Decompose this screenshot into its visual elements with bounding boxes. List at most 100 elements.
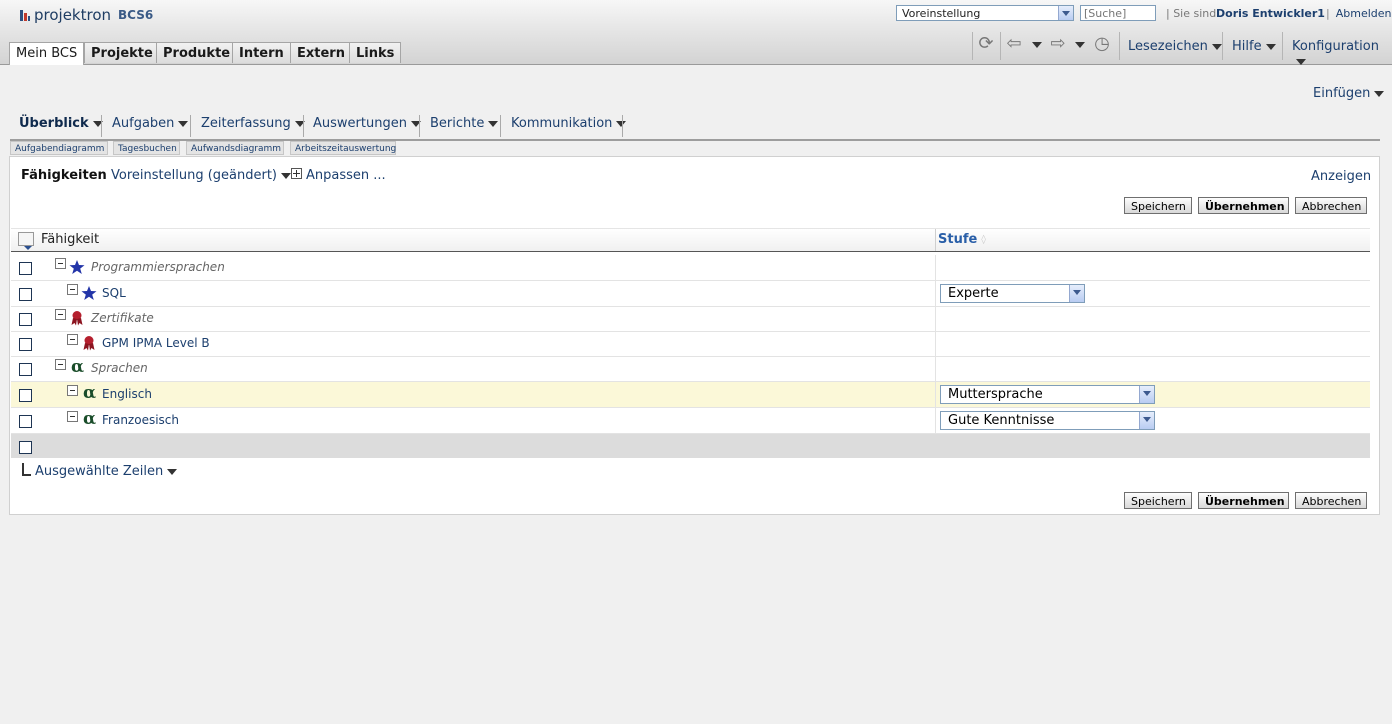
collapse-icon[interactable] [67,284,78,295]
tab-intern[interactable]: Intern [232,42,291,63]
level-select[interactable]: Experte [940,284,1085,303]
subtab-task-diagram[interactable]: Aufgabendiagramm [10,141,108,155]
plus-box-icon [291,168,302,179]
selected-rows-menu[interactable]: Ausgewählte Zeilen [22,463,178,479]
chevron-down-icon [1058,6,1073,20]
nav-divider [622,115,623,137]
forward-history-chevron-icon[interactable] [1075,42,1085,48]
level-select[interactable]: Muttersprache [940,385,1155,404]
back-icon[interactable]: ⇦ [1003,33,1025,55]
select-all-checkbox[interactable] [19,441,32,454]
help-menu-label: Hilfe [1232,39,1262,54]
logout-link[interactable]: Abmelden [1326,7,1392,20]
profile-select-value: Voreinstellung [902,7,981,20]
collapse-icon[interactable] [67,385,78,396]
toolbar-divider [1282,32,1283,60]
ribbon-icon [71,311,83,326]
forward-icon[interactable]: ⇨ [1047,33,1069,55]
skill-link[interactable]: Franzoesisch [102,413,179,427]
apply-button-bottom[interactable]: Übernehmen [1198,492,1289,509]
cancel-button-bottom[interactable]: Abbrechen [1295,492,1367,509]
tab-extern[interactable]: Extern [290,42,352,63]
nav-reports[interactable]: Berichte [430,116,499,131]
toolbar-divider [1000,32,1001,60]
chevron-down-icon [488,120,499,127]
skill-category-label: Zertifikate [91,311,154,325]
subtab-daily-booking[interactable]: Tagesbuchen [113,141,180,155]
configuration-menu[interactable]: Konfiguration [1292,39,1392,69]
subtab-working-time[interactable]: Arbeitszeitauswertung [290,141,396,155]
row-checkbox[interactable] [19,288,32,301]
column-divider [935,306,936,331]
tab-produkte[interactable]: Produkte [156,42,238,63]
app-version: BCS6 [118,8,154,22]
chevron-down-icon [1069,285,1084,302]
level-select[interactable]: Gute Kenntnisse [940,411,1155,430]
row-checkbox[interactable] [19,415,32,428]
column-header-level[interactable]: Stufe ◊ [938,232,986,247]
tab-mein-bcs[interactable]: Mein BCS [9,42,85,65]
app-name: projektron [34,6,112,24]
chevron-down-icon [1139,412,1154,429]
level-select-value: Experte [948,286,999,301]
table-row: Programmiersprachen [11,255,1370,281]
row-checkbox[interactable] [19,338,32,351]
table-row: GPM IPMA Level B [11,331,1370,357]
nav-communication[interactable]: Kommunikation [511,116,627,131]
nav-divider [303,115,304,137]
bookmarks-menu[interactable]: Lesezeichen [1128,39,1222,54]
row-checkbox[interactable] [19,313,32,326]
apply-button[interactable]: Übernehmen [1198,197,1289,214]
collapse-icon[interactable] [55,359,66,370]
chevron-down-icon [1211,43,1222,50]
nav-divider [190,115,191,137]
back-history-chevron-icon[interactable] [1032,42,1042,48]
insert-menu[interactable]: Einfügen [1313,86,1385,101]
adjust-view-link[interactable]: Anpassen ... [291,168,386,183]
search-input[interactable] [1080,5,1156,21]
table-row: SQL Experte [11,281,1370,307]
refresh-icon[interactable]: ⟳ [975,33,997,55]
user-link[interactable]: Doris Entwickler1 [1216,7,1325,20]
collapse-icon[interactable] [55,258,66,269]
table-row: α Franzoesisch Gute Kenntnisse [11,408,1370,434]
nav-evaluations[interactable]: Auswertungen [313,116,421,131]
toolbar-divider [972,32,973,60]
cancel-button[interactable]: Abbrechen [1295,197,1367,214]
nav-tasks[interactable]: Aufgaben [112,116,189,131]
collapse-icon[interactable] [67,411,78,422]
chevron-down-icon [178,120,189,127]
help-menu[interactable]: Hilfe [1232,39,1276,54]
skill-link[interactable]: SQL [102,286,126,300]
ribbon-icon [83,336,95,351]
collapse-icon[interactable] [67,334,78,345]
tab-projekte[interactable]: Projekte [84,42,160,63]
alpha-icon: α [83,383,97,403]
logo[interactable]: projektron BCS6 [20,6,153,24]
chevron-down-icon [281,172,291,179]
skill-link[interactable]: GPM IPMA Level B [102,336,210,350]
save-button-bottom[interactable]: Speichern [1124,492,1192,509]
nav-communication-label: Kommunikation [511,116,613,131]
skill-link[interactable]: Englisch [102,387,152,401]
bookmarks-menu-label: Lesezeichen [1128,39,1208,54]
row-checkbox[interactable] [19,389,32,402]
save-button[interactable]: Speichern [1124,197,1192,214]
column-header-level-label: Stufe [938,232,978,247]
row-checkbox[interactable] [19,363,32,376]
nav-overview[interactable]: Überblick [19,116,103,131]
level-select-value: Gute Kenntnisse [948,413,1055,428]
show-link[interactable]: Anzeigen [1311,169,1371,184]
column-header-skill[interactable]: Fähigkeit [41,232,99,247]
logo-mark-icon [20,9,30,21]
nav-time-tracking[interactable]: Zeiterfassung [201,116,305,131]
profile-select[interactable]: Voreinstellung [896,5,1074,21]
row-checkbox[interactable] [19,262,32,275]
subtab-effort-diagram[interactable]: Aufwandsdiagramm [186,141,284,155]
table-footer-row [11,434,1370,458]
tab-links[interactable]: Links [349,42,402,63]
clock-history-icon[interactable]: ◷ [1091,33,1113,55]
view-preset-menu[interactable]: Voreinstellung (geändert) [111,168,291,183]
collapse-icon[interactable] [55,309,66,320]
column-chooser-icon[interactable] [18,232,34,250]
